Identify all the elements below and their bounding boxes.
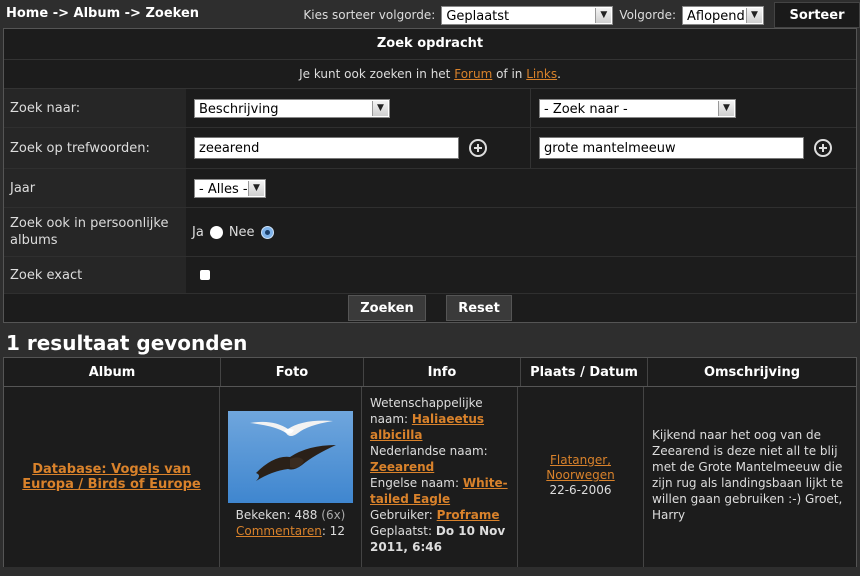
breadcrumb[interactable]: Home -> Album -> Zoeken bbox=[6, 6, 199, 21]
year-select-value: - Alles - bbox=[199, 181, 248, 197]
yes-radio[interactable] bbox=[209, 225, 223, 239]
col-omschrijving: Omschrijving bbox=[703, 364, 801, 380]
description-cell: Kijkend naar het oog van de Zeearend is … bbox=[652, 428, 844, 522]
sort-label: Kies sorteer volgorde: bbox=[303, 8, 436, 22]
subtitle-prefix: Je kunt ook zoeken in het bbox=[299, 67, 451, 81]
user-label: Gebruiker: bbox=[370, 508, 433, 522]
search-for-cell2: - Zoek naar - ▼ bbox=[531, 89, 856, 127]
views-count: (6x) bbox=[321, 508, 346, 522]
info-cell: Wetenschappelijke naam: Haliaeetus albic… bbox=[362, 387, 518, 567]
comments-line: Commentaren: 12 bbox=[220, 523, 361, 539]
chevron-down-icon: ▼ bbox=[248, 180, 264, 196]
order-select-value: Aflopend bbox=[687, 8, 745, 24]
personal-empty bbox=[528, 208, 856, 256]
eagle-gull-image bbox=[250, 420, 336, 481]
yes-label: Ja bbox=[192, 224, 204, 240]
year-select[interactable]: - Alles - ▼ bbox=[194, 178, 266, 198]
year-label: Jaar bbox=[4, 169, 186, 207]
search-field-value-2: - Zoek naar - bbox=[544, 101, 628, 117]
search-for-row: Zoek naar: Beschrijving ▼ - Zoek naar - … bbox=[4, 89, 856, 128]
exact-checkbox[interactable] bbox=[200, 270, 210, 280]
order-select[interactable]: Aflopend ▼ bbox=[682, 5, 764, 25]
forum-link[interactable]: Forum bbox=[454, 67, 492, 81]
personal-albums-label: Zoek ook in persoonlijke albums bbox=[4, 208, 186, 256]
place-link[interactable]: Flatanger, Noorwegen bbox=[546, 453, 614, 482]
year-empty bbox=[530, 169, 856, 207]
exact-empty bbox=[530, 257, 856, 293]
personal-albums-row: Zoek ook in persoonlijke albums Ja Nee bbox=[4, 208, 856, 257]
views-value: 488 bbox=[294, 508, 318, 522]
no-label: Nee bbox=[228, 224, 255, 240]
date-value: 22-6-2006 bbox=[549, 483, 612, 497]
search-field-select-2[interactable]: - Zoek naar - ▼ bbox=[539, 98, 736, 118]
search-for-label: Zoek naar: bbox=[4, 89, 186, 127]
links-link[interactable]: Links bbox=[526, 67, 557, 81]
reset-button[interactable]: Reset bbox=[446, 295, 512, 321]
exact-label: Zoek exact bbox=[4, 257, 186, 293]
col-plaats-datum: Plaats / Datum bbox=[521, 358, 648, 386]
year-cell: - Alles - ▼ bbox=[186, 169, 530, 207]
foto-cell: Bekeken: 488 (6x) Commentaren: 12 bbox=[220, 387, 362, 567]
keywords-cell1: zeearend bbox=[186, 128, 531, 168]
keywords-cell2: grote mantelmeeuw bbox=[531, 128, 856, 168]
user-link[interactable]: Proframe bbox=[437, 508, 500, 522]
en-label: Engelse naam: bbox=[370, 476, 460, 490]
add-keyword-icon[interactable] bbox=[814, 139, 832, 157]
col-info: Info bbox=[364, 358, 521, 386]
chevron-down-icon: ▼ bbox=[372, 100, 388, 116]
subtitle-suffix: . bbox=[557, 67, 561, 81]
views-line: Bekeken: 488 (6x) bbox=[220, 507, 361, 523]
search-panel: Zoek opdracht Je kunt ook zoeken in het … bbox=[3, 28, 857, 323]
keywords-row: Zoek op trefwoorden: zeearend grote mant… bbox=[4, 128, 856, 169]
results-table: Album Foto Info Plaats / Datum Omschrijv… bbox=[3, 357, 857, 567]
top-bar: Home -> Album -> Zoeken Kies sorteer vol… bbox=[0, 0, 860, 28]
keyword-input-1[interactable]: zeearend bbox=[194, 137, 459, 159]
panel-subtitle: Je kunt ook zoeken in het Forum of in Li… bbox=[4, 60, 856, 89]
nl-name-link[interactable]: Zeearend bbox=[370, 460, 434, 474]
chevron-down-icon: ▼ bbox=[595, 7, 612, 23]
no-radio[interactable] bbox=[260, 225, 274, 239]
place-date-cell: Flatanger, Noorwegen 22-6-2006 bbox=[518, 387, 644, 567]
album-link[interactable]: Database: Vogels van Europa / Birds of E… bbox=[10, 462, 213, 492]
comments-link[interactable]: Commentaren bbox=[236, 524, 322, 538]
keyword-input-2[interactable]: grote mantelmeeuw bbox=[539, 137, 804, 159]
panel-title: Zoek opdracht bbox=[4, 29, 856, 60]
placed-label: Geplaatst: bbox=[370, 524, 433, 538]
table-row: Database: Vogels van Europa / Birds of E… bbox=[4, 387, 856, 567]
subtitle-mid: of in bbox=[496, 67, 523, 81]
exact-row: Zoek exact bbox=[4, 257, 856, 294]
search-button[interactable]: Zoeken bbox=[348, 295, 426, 321]
order-label: Volgorde: bbox=[619, 8, 676, 22]
chevron-down-icon: ▼ bbox=[746, 7, 762, 23]
search-buttons: Zoeken Reset bbox=[4, 294, 856, 322]
nl-label: Nederlandse naam: bbox=[370, 444, 488, 458]
exact-cell bbox=[186, 257, 530, 293]
sort-controls: Kies sorteer volgorde: Geplaatst ▼ Volgo… bbox=[303, 2, 860, 28]
search-for-cell1: Beschrijving ▼ bbox=[186, 89, 531, 127]
keywords-label: Zoek op trefwoorden: bbox=[4, 128, 186, 168]
add-keyword-icon[interactable] bbox=[469, 139, 487, 157]
bird-photo[interactable] bbox=[228, 411, 353, 503]
search-field-select[interactable]: Beschrijving ▼ bbox=[194, 98, 390, 118]
col-album: Album bbox=[4, 358, 221, 386]
chevron-down-icon: ▼ bbox=[718, 100, 734, 116]
personal-albums-cell: Ja Nee bbox=[186, 208, 528, 256]
sort-select-value: Geplaatst bbox=[446, 8, 510, 24]
results-heading: 1 resultaat gevonden bbox=[6, 331, 248, 355]
sort-button[interactable]: Sorteer bbox=[774, 2, 860, 28]
views-label: Bekeken: bbox=[235, 508, 291, 522]
sort-select[interactable]: Geplaatst ▼ bbox=[441, 5, 614, 25]
search-field-value: Beschrijving bbox=[199, 101, 279, 117]
album-cell: Database: Vogels van Europa / Birds of E… bbox=[4, 387, 220, 567]
col-foto: Foto bbox=[221, 358, 364, 386]
results-header: Album Foto Info Plaats / Datum Omschrijv… bbox=[4, 358, 856, 387]
year-row: Jaar - Alles - ▼ bbox=[4, 169, 856, 208]
comments-count: : 12 bbox=[321, 524, 345, 538]
